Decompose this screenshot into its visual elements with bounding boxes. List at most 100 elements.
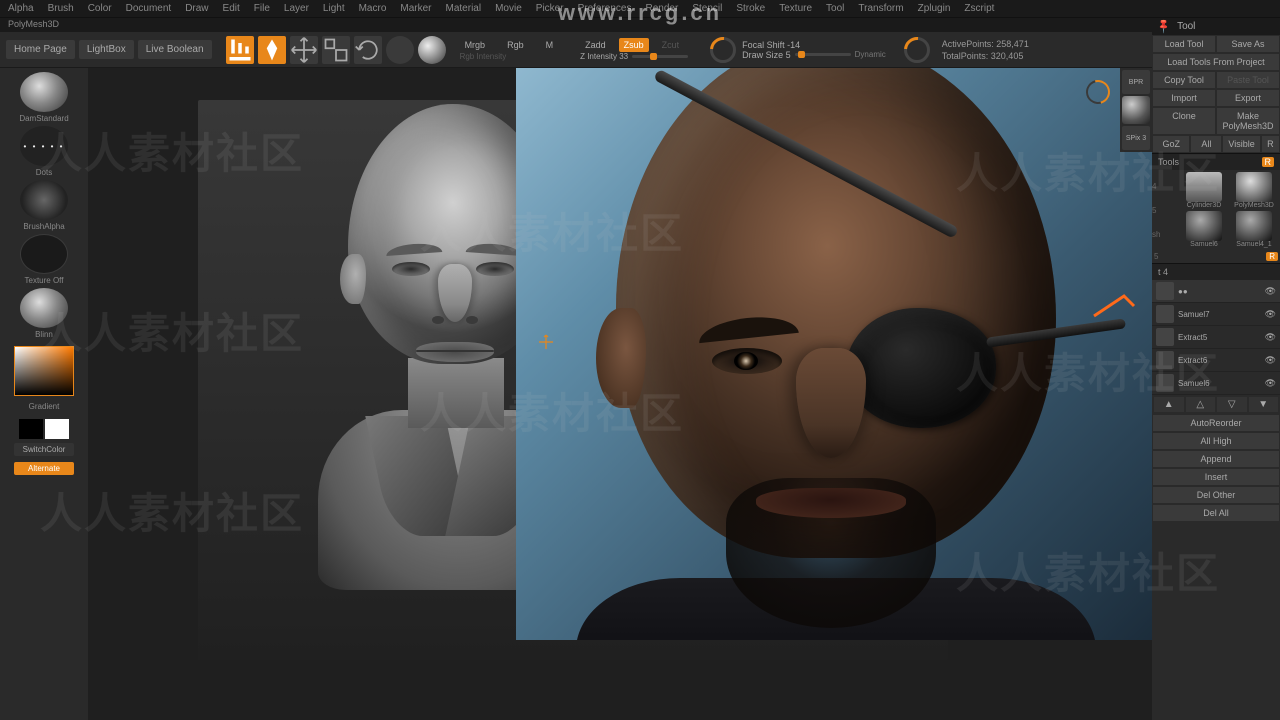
menu-zplugin[interactable]: Zplugin [918, 3, 951, 14]
menu-stroke[interactable]: Stroke [736, 3, 765, 14]
move-top-button[interactable]: ▲ [1154, 397, 1184, 412]
left-panel: DamStandard Dots BrushAlpha Texture Off … [0, 68, 88, 720]
menu-alpha[interactable]: Alpha [8, 3, 34, 14]
scale-button[interactable] [322, 36, 350, 64]
switch-color-button[interactable]: SwitchColor [14, 443, 74, 456]
zadd-tab[interactable]: Zadd [580, 38, 611, 52]
rgb-tab[interactable]: Rgb [502, 38, 529, 52]
eye-icon[interactable]: 👁 [1265, 286, 1276, 297]
menu-preferences[interactable]: Preferences [578, 3, 632, 14]
spix-button[interactable]: SPix 3 [1122, 126, 1150, 150]
menu-macro[interactable]: Macro [359, 3, 387, 14]
zcut-tab[interactable]: Zcut [657, 38, 685, 52]
subtool-section-header[interactable]: t 4 [1152, 263, 1280, 280]
delother-button[interactable]: Del Other [1152, 486, 1280, 504]
load-tool-button[interactable]: Load Tool [1152, 35, 1216, 53]
make-polymesh-button[interactable]: Make PolyMesh3D [1216, 107, 1280, 135]
total-points-label: TotalPoints: 320,405 [942, 50, 1029, 62]
menu-file[interactable]: File [254, 3, 270, 14]
load-project-button[interactable]: Load Tools From Project [1152, 53, 1280, 71]
menu-picker[interactable]: Picker [536, 3, 564, 14]
tool-cylinder3d[interactable]: Cylinder3D [1180, 172, 1228, 209]
insert-button[interactable]: Insert [1152, 468, 1280, 486]
texture-selector[interactable]: Texture Off [14, 234, 74, 286]
menu-transform[interactable]: Transform [858, 3, 903, 14]
subtool-samuel6[interactable]: Samuel6👁 [1152, 372, 1280, 395]
stroke-selector[interactable]: Dots [14, 126, 74, 178]
menu-tool[interactable]: Tool [826, 3, 844, 14]
clone-button[interactable]: Clone [1152, 107, 1216, 135]
goz-all-button[interactable]: All [1190, 135, 1222, 153]
delall-button[interactable]: Del All [1152, 504, 1280, 522]
subtool-extract5[interactable]: Extract5👁 [1152, 326, 1280, 349]
gizmo-button[interactable] [418, 36, 446, 64]
import-button[interactable]: Import [1152, 89, 1216, 107]
goz-r-button[interactable]: R [1261, 135, 1280, 153]
swatch-black[interactable] [19, 419, 43, 439]
lightbox-button[interactable]: LightBox [79, 40, 134, 59]
paste-tool-button[interactable]: Paste Tool [1216, 71, 1280, 89]
mrgb-tab[interactable]: Mrgb [460, 38, 491, 52]
menu-edit[interactable]: Edit [223, 3, 240, 14]
alternate-button[interactable]: Alternate [14, 462, 74, 475]
tool-samuel4-1[interactable]: Samuel4_1 [1230, 211, 1278, 248]
m-tab[interactable]: M [541, 38, 559, 52]
append-button[interactable]: Append [1152, 450, 1280, 468]
copy-tool-button[interactable]: Copy Tool [1152, 71, 1216, 89]
zsub-tab[interactable]: Zsub [619, 38, 649, 52]
alpha-selector[interactable]: BrushAlpha [14, 180, 74, 232]
dynamic-label[interactable]: Dynamic [855, 50, 886, 59]
render-sphere-icon[interactable] [1122, 96, 1150, 124]
eye-icon[interactable]: 👁 [1265, 332, 1276, 343]
draw-button[interactable] [258, 36, 286, 64]
menu-material[interactable]: Material [446, 3, 482, 14]
goz-visible-button[interactable]: Visible [1222, 135, 1260, 153]
menu-light[interactable]: Light [323, 3, 345, 14]
menu-draw[interactable]: Draw [185, 3, 208, 14]
tools-r-badge[interactable]: R [1266, 252, 1278, 261]
draw-size-slider[interactable] [795, 53, 851, 56]
subtool-extract6[interactable]: Extract6👁 [1152, 349, 1280, 372]
material-selector[interactable]: Blinn [14, 288, 74, 340]
tool-polymesh3d[interactable]: PolyMesh3D [1230, 172, 1278, 209]
subtool-samuel7[interactable]: Samuel7👁 [1152, 303, 1280, 326]
eye-icon[interactable]: 👁 [1265, 355, 1276, 366]
sculptris-button[interactable] [386, 36, 414, 64]
goz-button[interactable]: GoZ [1152, 135, 1190, 153]
eye-icon[interactable]: 👁 [1265, 309, 1276, 320]
move-up-button[interactable]: △ [1186, 397, 1216, 412]
focal-ring-icon[interactable] [710, 37, 736, 63]
move-down-button[interactable]: ▽ [1217, 397, 1247, 412]
menu-render[interactable]: Render [646, 3, 679, 14]
eye-icon[interactable]: 👁 [1265, 378, 1276, 389]
bpr-button[interactable]: BPR [1122, 70, 1150, 94]
edit-button[interactable] [226, 36, 254, 64]
move-bottom-button[interactable]: ▼ [1249, 397, 1279, 412]
tool-samuel6[interactable]: Samuel6 [1180, 211, 1228, 248]
save-as-button[interactable]: Save As [1216, 35, 1280, 53]
tool-panel-header[interactable]: 📌 Tool [1152, 18, 1280, 35]
home-button[interactable]: Home Page [6, 40, 75, 59]
allhigh-button[interactable]: All High [1152, 432, 1280, 450]
stats-ring-icon [904, 37, 930, 63]
menu-brush[interactable]: Brush [48, 3, 74, 14]
move-button[interactable] [290, 36, 318, 64]
export-button[interactable]: Export [1216, 89, 1280, 107]
menu-zscript[interactable]: Zscript [964, 3, 994, 14]
subtool-row[interactable]: ●● 👁 [1152, 280, 1280, 303]
menu-marker[interactable]: Marker [400, 3, 431, 14]
menu-stencil[interactable]: Stencil [692, 3, 722, 14]
color-picker[interactable] [14, 346, 74, 396]
menu-texture[interactable]: Texture [779, 3, 812, 14]
menu-layer[interactable]: Layer [284, 3, 309, 14]
reference-image[interactable] [516, 68, 1176, 640]
rotate-button[interactable] [354, 36, 382, 64]
watermark-logo: 人人素材社区 [0, 68, 640, 105]
menu-color[interactable]: Color [88, 3, 112, 14]
liveboolean-button[interactable]: Live Boolean [138, 40, 212, 59]
menu-document[interactable]: Document [126, 3, 172, 14]
z-intensity-slider[interactable] [632, 55, 688, 58]
menu-movie[interactable]: Movie [495, 3, 522, 14]
swatch-white[interactable] [45, 419, 69, 439]
autoreorder-button[interactable]: AutoReorder [1152, 414, 1280, 432]
